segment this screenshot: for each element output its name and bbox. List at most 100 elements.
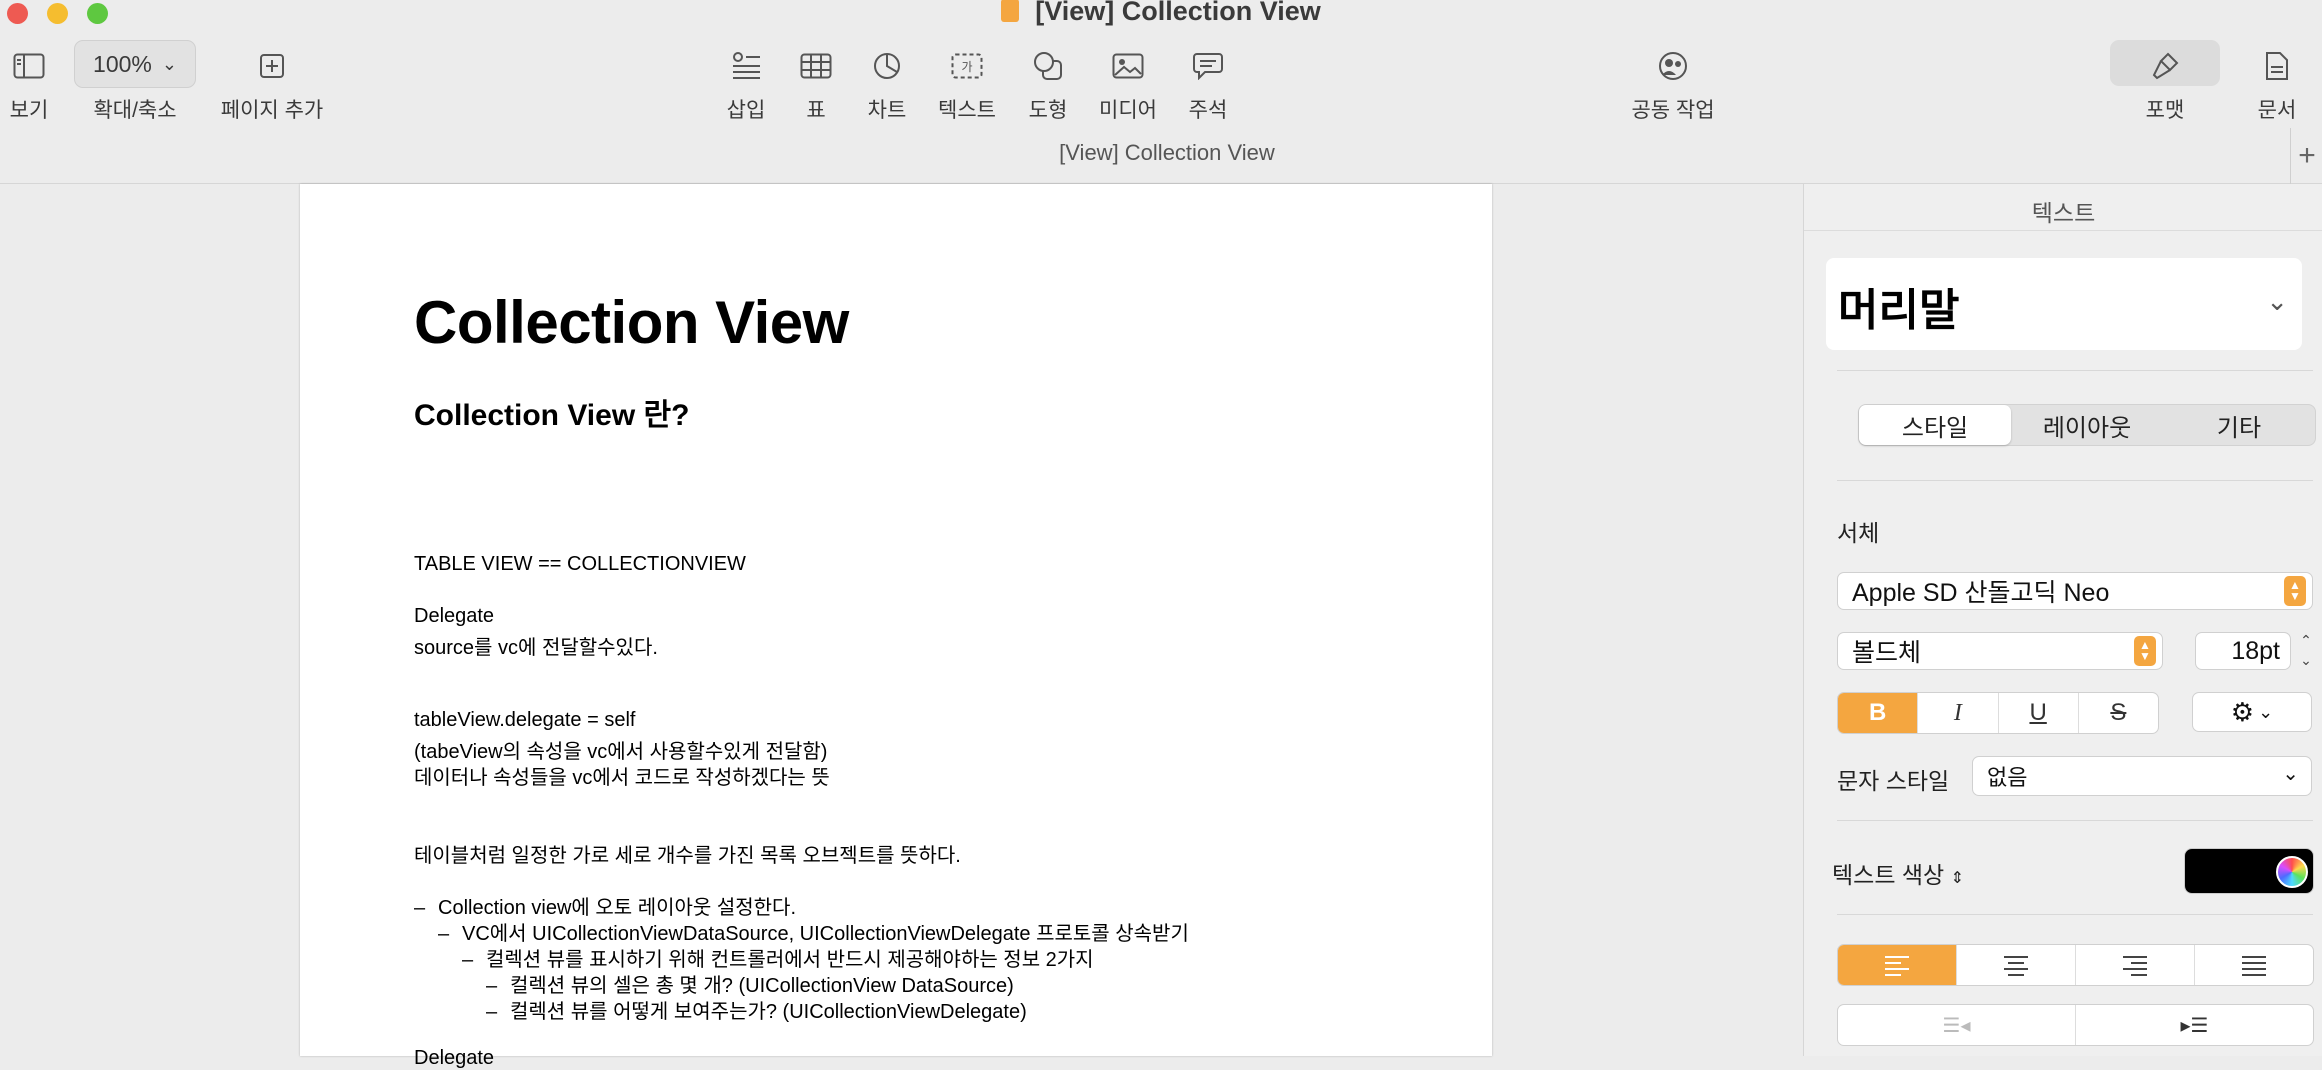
advanced-options-button[interactable]: ⚙ ⌄ <box>2192 692 2312 732</box>
list-item[interactable]: – 컬렉션 뷰를 어떻게 보여주는가? (UICollectionViewDele… <box>486 995 1027 1024</box>
font-size-field[interactable]: 18pt <box>2195 632 2291 670</box>
font-family-popup[interactable]: Apple SD 산돌고딕 Neo ▲ ▼ <box>1837 572 2313 610</box>
bold-button[interactable]: B <box>1838 693 1918 733</box>
gear-icon: ⚙ <box>2230 696 2255 727</box>
media-label: 미디어 <box>1099 99 1157 122</box>
table-icon <box>796 46 836 86</box>
list-item-text: 컬렉션 뷰의 셀은 총 몇 개? (UICollectionView DataS… <box>510 975 1014 997</box>
toolbar: [View] Collection View 보기 100% ⌄ 확대/축소 페이… <box>0 0 2322 184</box>
body-line[interactable]: 데이터나 속성들을 vc에서 코드로 작성하겠다는 뜻 <box>414 761 830 790</box>
chevron-down-icon: ⌄ <box>161 53 177 74</box>
font-family-value: Apple SD 산돌고딕 Neo <box>1852 579 2110 607</box>
list-item[interactable]: – VC에서 UICollectionViewDataSource, UIColl… <box>438 917 1189 946</box>
chart-label: 차트 <box>867 99 907 122</box>
body-line[interactable]: (tabeView의 속성을 vc에서 사용할수있게 전달함) <box>414 735 827 764</box>
window-title: [View] Collection View <box>0 0 2322 27</box>
format-button[interactable]: 포맷 <box>2130 46 2200 124</box>
zoom-popup[interactable]: 100% ⌄ <box>74 40 196 88</box>
alignment-buttons <box>1837 944 2314 986</box>
divider <box>1804 230 2322 231</box>
insert-button[interactable]: 삽입 <box>716 46 776 124</box>
add-page-button[interactable]: 페이지 추가 <box>212 46 332 124</box>
list-item[interactable]: – 컬렉션 뷰의 셀은 총 몇 개? (UICollectionView Data… <box>486 969 1014 998</box>
chart-button[interactable]: 차트 <box>860 46 914 124</box>
chevron-down-icon: ⌄ <box>2282 763 2299 785</box>
body-line[interactable]: Delegate <box>414 605 494 628</box>
decrease-indent-button[interactable]: ☰◂ <box>1838 1005 2076 1045</box>
list-dash: – <box>438 923 450 945</box>
window-title-text: [View] Collection View <box>1035 0 1321 26</box>
body-line[interactable]: source를 vc에 전달할수있다. <box>414 631 658 660</box>
align-left-button[interactable] <box>1838 945 1956 985</box>
shape-button[interactable]: 도형 <box>1020 46 1076 124</box>
document-icon <box>2244 46 2310 86</box>
pages-document-icon <box>1001 0 1020 22</box>
align-justify-icon <box>2242 956 2266 976</box>
text-color-label-text: 텍스트 색상 <box>1832 862 1945 888</box>
shape-label: 도형 <box>1028 99 1068 122</box>
strikethrough-button[interactable]: S <box>2077 693 2158 733</box>
zoom-value: 100% <box>93 50 152 77</box>
document-tab-title: [View] Collection View <box>1059 140 1275 165</box>
view-button[interactable]: 보기 <box>0 46 58 124</box>
align-justify-button[interactable] <box>2194 945 2313 985</box>
view-label: 보기 <box>9 99 49 122</box>
list-dash: – <box>462 949 474 971</box>
document-button[interactable]: 문서 <box>2244 46 2310 124</box>
insert-label: 삽입 <box>726 99 766 122</box>
paragraph-style-popup[interactable]: 머리말 ⌄ <box>1826 258 2302 350</box>
add-page-icon <box>212 46 332 86</box>
format-label: 포맷 <box>2145 99 2185 122</box>
paragraph-style-name: 머리말 <box>1838 286 1960 335</box>
collaborate-button[interactable]: 공동 작업 <box>1620 46 1726 124</box>
comment-icon <box>1180 46 1236 86</box>
updown-chevron-icon: ▲ ▼ <box>2134 636 2156 666</box>
text-tabs: 스타일 레이아웃 기타 <box>1858 404 2316 446</box>
chevron-down-icon: ⌄ <box>2266 286 2288 316</box>
font-weight-popup[interactable]: 볼드체 ▲ ▼ <box>1837 632 2163 670</box>
text-box-icon: 가 <box>934 46 1000 86</box>
tab-layout[interactable]: 레이아웃 <box>2011 405 2163 445</box>
text-button[interactable]: 가 텍스트 <box>934 46 1000 124</box>
body-line[interactable]: 테이블처럼 일정한 가로 세로 개수를 가진 목록 오브젝트를 뜻하다. <box>414 839 961 868</box>
updown-chevron-icon: ⇕ <box>1950 870 1964 887</box>
char-style-popup[interactable]: 없음 ⌄ <box>1972 756 2312 796</box>
paintbrush-icon <box>2130 46 2200 86</box>
document-page[interactable]: Collection View Collection View 란? TABLE… <box>300 184 1492 1069</box>
color-wheel-icon[interactable] <box>2276 856 2308 888</box>
media-button[interactable]: 미디어 <box>1094 46 1162 124</box>
document-title[interactable]: Collection View <box>414 288 849 357</box>
text-color-label[interactable]: 텍스트 색상 ⇕ <box>1832 856 1964 890</box>
list-dash: – <box>486 1001 498 1023</box>
text-label: 텍스트 <box>938 99 996 122</box>
align-center-button[interactable] <box>1956 945 2075 985</box>
increase-indent-button[interactable]: ▸☰ <box>2076 1005 2313 1045</box>
updown-chevron-icon: ▲ ▼ <box>2284 576 2306 606</box>
indent-buttons: ☰◂ ▸☰ <box>1837 1004 2314 1046</box>
collaborate-label: 공동 작업 <box>1631 99 1715 122</box>
underline-button[interactable]: U <box>1997 693 2078 733</box>
body-line[interactable]: tableView.delegate = self <box>414 709 635 732</box>
font-size-stepper[interactable]: ⌃ ⌄ <box>2296 630 2316 672</box>
svg-text:가: 가 <box>961 60 972 74</box>
body-line[interactable]: Delegate <box>414 1047 494 1070</box>
body-line[interactable]: TABLE VIEW == COLLECTIONVIEW <box>414 553 746 576</box>
add-tab-button[interactable]: + <box>2290 128 2322 184</box>
char-style-label: 문자 스타일 <box>1837 768 1950 794</box>
list-item[interactable]: – 컬렉션 뷰를 표시하기 위해 컨트롤러에서 반드시 제공해야하는 정보 2가지 <box>462 943 1094 972</box>
comment-button[interactable]: 주석 <box>1180 46 1236 124</box>
char-style-value: 없음 <box>1987 765 2028 790</box>
align-left-icon <box>1885 956 1909 976</box>
list-item[interactable]: – Collection view에 오토 레이아웃 설정한다. <box>414 891 796 920</box>
shape-icon <box>1020 46 1076 86</box>
tab-style[interactable]: 스타일 <box>1859 405 2011 445</box>
italic-button[interactable]: I <box>1917 693 1997 733</box>
table-button[interactable]: 표 <box>796 46 836 124</box>
chart-pie-icon <box>860 46 914 86</box>
list-item-text: 컬렉션 뷰를 표시하기 위해 컨트롤러에서 반드시 제공해야하는 정보 2가지 <box>486 949 1094 971</box>
tab-more[interactable]: 기타 <box>2163 405 2315 445</box>
document-subtitle[interactable]: Collection View 란? <box>414 390 689 434</box>
align-right-button[interactable] <box>2075 945 2194 985</box>
media-image-icon <box>1094 46 1162 86</box>
zoom-label: 확대/축소 <box>93 99 177 122</box>
